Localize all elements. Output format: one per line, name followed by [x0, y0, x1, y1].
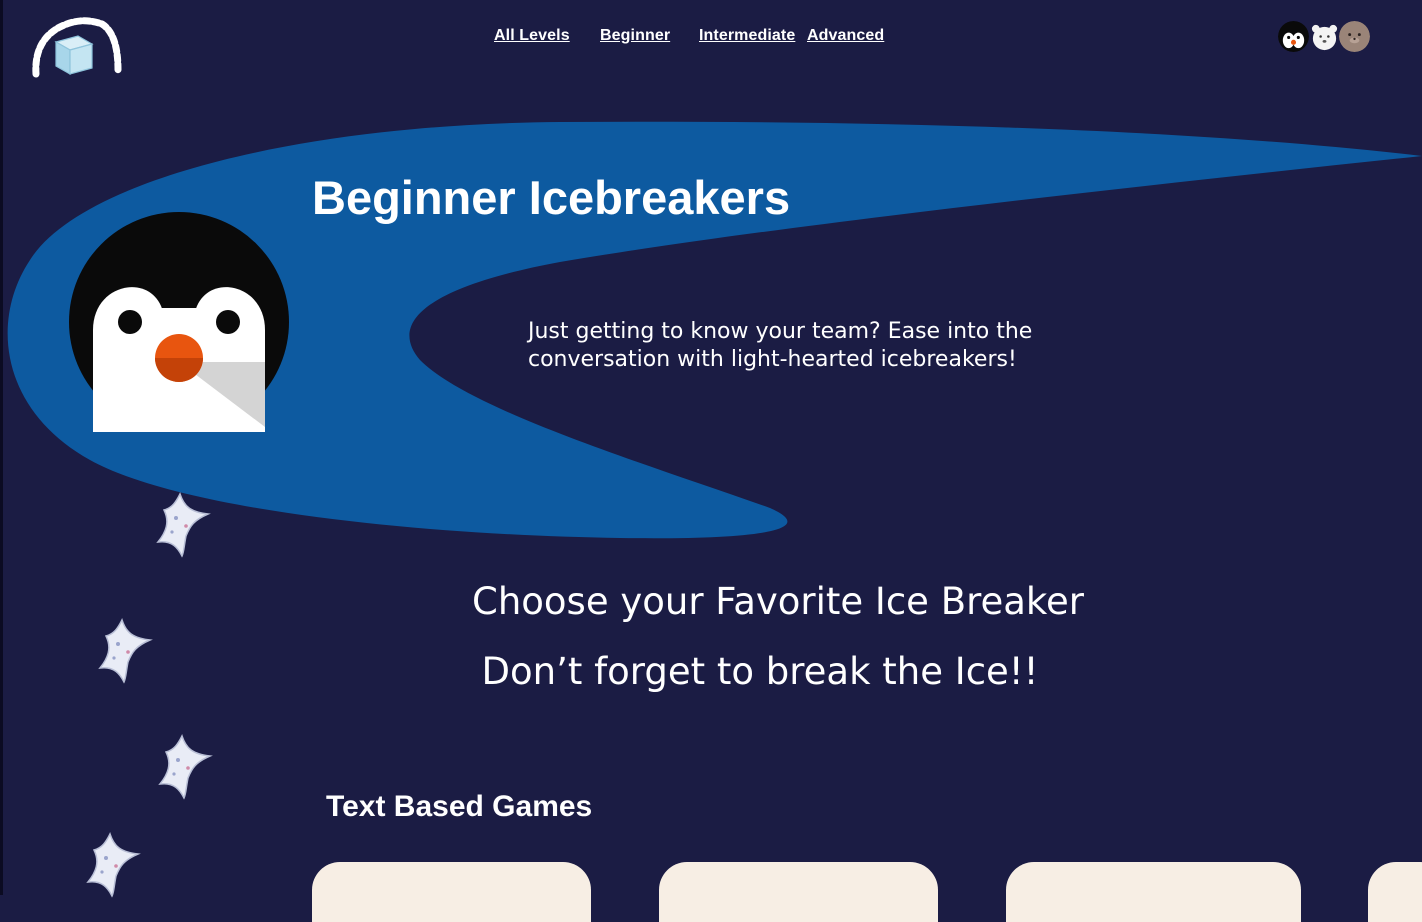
game-card[interactable]	[1006, 862, 1301, 922]
section-title-text-games: Text Based Games	[326, 790, 593, 823]
game-card[interactable]	[659, 862, 938, 922]
nav-intermediate[interactable]: Intermediate	[699, 27, 795, 45]
main-nav: All Levels Beginner Intermediate Advance…	[0, 27, 1422, 49]
nav-beginner[interactable]: Beginner	[600, 27, 670, 45]
hero-description: Just getting to know your team? Ease int…	[528, 319, 1033, 372]
star-decoration-icon	[152, 734, 214, 800]
game-card[interactable]	[1368, 862, 1422, 922]
star-decoration-icon	[80, 832, 142, 898]
nav-all-levels[interactable]: All Levels	[494, 27, 570, 45]
polar-bear-avatar[interactable]	[1309, 21, 1340, 52]
game-card[interactable]	[312, 862, 591, 922]
penguin-avatar[interactable]	[1278, 21, 1309, 52]
choose-heading: Choose your Favorite Ice Breaker	[471, 580, 1085, 623]
break-ice-heading: Don’t forget to break the Ice!!	[481, 650, 1039, 693]
page-title: Beginner Icebreakers	[312, 171, 791, 224]
star-decoration-icon	[150, 492, 212, 558]
nav-advanced[interactable]: Advanced	[807, 27, 884, 45]
penguin-icon	[69, 212, 289, 432]
avatar-group	[1278, 21, 1370, 53]
seal-avatar[interactable]	[1339, 21, 1370, 52]
